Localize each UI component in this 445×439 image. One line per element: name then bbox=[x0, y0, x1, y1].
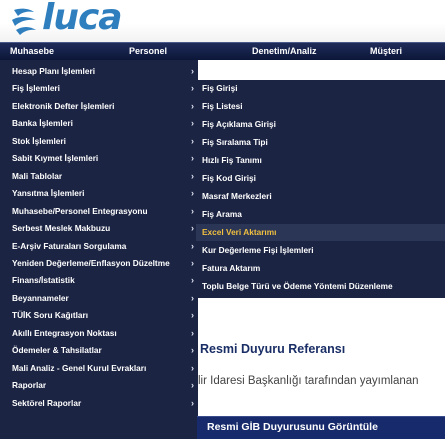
chevron-right-icon: › bbox=[191, 100, 194, 111]
submenu-item[interactable]: Toplu Belge Türü ve Ödeme Yöntemi Düzenl… bbox=[196, 278, 445, 295]
left-menu-item-label: Yeniden Değerleme/Enflasyon Düzeltme bbox=[12, 257, 170, 268]
left-menu-item-label: Stok İşlemleri bbox=[12, 135, 66, 146]
submenu-item-active[interactable]: Excel Veri Aktarımı bbox=[196, 224, 445, 242]
left-menu-item[interactable]: Mali Analiz - Genel Kurul Evrakları › bbox=[0, 360, 198, 377]
left-menu-item[interactable]: Beyannameler › bbox=[0, 290, 198, 307]
left-menu-item[interactable]: TÜİK Soru Kağıtları › bbox=[0, 307, 198, 324]
nav-denetim-analiz[interactable]: Denetim/Analiz bbox=[252, 43, 317, 61]
left-menu-item[interactable]: Sabit Kıymet İşlemleri › bbox=[0, 150, 198, 167]
left-menu-item-label: Hesap Planı İşlemleri bbox=[12, 66, 96, 76]
chevron-right-icon: › bbox=[191, 135, 194, 146]
submenu-item[interactable]: Fiş Kod Girişi bbox=[196, 170, 445, 187]
submenu-item-label: Fiş Açıklama Girişi bbox=[202, 119, 276, 129]
left-menu-item[interactable]: Yeniden Değerleme/Enflasyon Düzeltme › bbox=[0, 255, 198, 272]
chevron-right-icon: › bbox=[191, 310, 194, 321]
submenu-item[interactable]: Fatura Aktarım bbox=[196, 260, 445, 277]
chevron-right-icon: › bbox=[191, 397, 194, 408]
left-menu-item[interactable]: Serbest Meslek Makbuzu › bbox=[0, 220, 198, 237]
chevron-right-icon: › bbox=[191, 170, 194, 181]
logo-bar: luca bbox=[0, 0, 445, 42]
chevron-right-icon: › bbox=[191, 83, 194, 94]
left-menu-item-label: Akıllı Entegrasyon Noktası bbox=[12, 327, 117, 338]
left-menu-item-label: Yansıtma İşlemleri bbox=[12, 188, 85, 199]
left-menu-item-label: Muhasebe/Personel Entegrasyonu bbox=[12, 205, 148, 216]
chevron-right-icon: › bbox=[191, 257, 194, 268]
left-menu-item[interactable]: Ödemeler & Tahsilatlar › bbox=[0, 342, 198, 359]
left-menu-item-label: Mali Tablolar bbox=[12, 170, 63, 181]
submenu-item-label: Masraf Merkezleri bbox=[202, 191, 272, 201]
submenu-item[interactable]: Fiş Arama bbox=[196, 206, 445, 223]
chevron-right-icon: › bbox=[191, 118, 194, 129]
submenu-item-label: Fiş Listesi bbox=[202, 101, 243, 111]
announcement-text: lir İdaresi Başkanlığı tarafından yayıml… bbox=[198, 375, 419, 387]
chevron-right-icon: › bbox=[191, 275, 194, 286]
fis-islemleri-submenu: Fiş Girişi Fiş Listesi Fiş Açıklama Girişi… bbox=[196, 80, 445, 298]
submenu-item[interactable]: Fiş Girişi bbox=[196, 80, 445, 97]
left-menu-item-label: E-Arşiv Faturaları Sorgulama bbox=[12, 240, 127, 251]
left-menu-item-label: Mali Analiz - Genel Kurul Evrakları bbox=[12, 362, 147, 373]
left-menu-item-label: TÜİK Soru Kağıtları bbox=[12, 310, 89, 321]
submenu-item[interactable]: Masraf Merkezleri bbox=[196, 188, 445, 205]
chevron-right-icon: › bbox=[191, 153, 194, 164]
left-menu-item-label: Serbest Meslek Makbuzu bbox=[12, 223, 111, 234]
left-menu-item-label: Sabit Kıymet İşlemleri bbox=[12, 153, 99, 164]
chevron-right-icon: › bbox=[191, 380, 194, 391]
left-menu-item[interactable]: Finans/İstatistik › bbox=[0, 272, 198, 289]
chevron-right-icon: › bbox=[191, 205, 194, 216]
chevron-right-icon: › bbox=[191, 223, 194, 234]
submenu-item-label: Fiş Arama bbox=[202, 209, 242, 219]
left-menu-item-label: Sektörel Raporlar bbox=[12, 397, 82, 408]
left-menu-item[interactable]: Banka İşlemleri › bbox=[0, 115, 198, 132]
announcement-heading: Resmi Duyuru Referansı bbox=[200, 342, 346, 356]
left-menu-item[interactable]: Elektronik Defter İşlemleri › bbox=[0, 98, 198, 115]
left-menu-item-label: Beyannameler bbox=[12, 292, 69, 303]
left-menu-item-label: Raporlar bbox=[12, 380, 47, 391]
submenu-item-label: Fiş Sıralama Tipi bbox=[202, 137, 268, 147]
gib-announcement-label: Resmi GİB Duyurusunu Görüntüle bbox=[207, 421, 378, 433]
left-menu-item[interactable]: Raporlar › bbox=[0, 377, 198, 394]
submenu-item-label: Excel Veri Aktarımı bbox=[202, 227, 277, 237]
submenu-item-label: Toplu Belge Türü ve Ödeme Yöntemi Düzenl… bbox=[202, 281, 393, 291]
left-menu-item-label: Ödemeler & Tahsilatlar bbox=[12, 345, 102, 356]
gib-announcement-button[interactable]: Resmi GİB Duyurusunu Görüntüle bbox=[197, 416, 445, 439]
left-menu-item-label: Fiş İşlemleri bbox=[12, 83, 60, 94]
chevron-right-icon: › bbox=[191, 66, 194, 76]
nav-personel[interactable]: Personel bbox=[129, 43, 167, 61]
nav-musteri[interactable]: Müşteri bbox=[370, 43, 402, 61]
submenu-item[interactable]: Fiş Açıklama Girişi bbox=[196, 116, 445, 133]
chevron-right-icon: › bbox=[191, 240, 194, 251]
submenu-item-label: Fatura Aktarım bbox=[202, 263, 261, 273]
chevron-right-icon: › bbox=[191, 292, 194, 303]
left-menu-item[interactable]: Yansıtma İşlemleri › bbox=[0, 185, 198, 202]
left-menu-item[interactable]: Muhasebe/Personel Entegrasyonu › bbox=[0, 203, 198, 220]
muhasebe-dropdown-menu: Hesap Planı İşlemleri › Fiş İşlemleri › Elek… bbox=[0, 60, 198, 439]
luca-logo-icon bbox=[12, 8, 36, 35]
logo-wordmark: luca bbox=[42, 0, 123, 38]
submenu-item[interactable]: Hızlı Fiş Tanımı bbox=[196, 152, 445, 169]
left-menu-item[interactable]: Hesap Planı İşlemleri › bbox=[0, 63, 198, 80]
left-menu-item-label: Finans/İstatistik bbox=[12, 275, 75, 286]
submenu-item-label: Fiş Kod Girişi bbox=[202, 173, 256, 183]
submenu-item-label: Hızlı Fiş Tanımı bbox=[202, 155, 262, 165]
submenu-item[interactable]: Fiş Listesi bbox=[196, 98, 445, 115]
chevron-right-icon: › bbox=[191, 362, 194, 373]
left-menu-item-label: Elektronik Defter İşlemleri bbox=[12, 100, 115, 111]
submenu-item-label: Fiş Girişi bbox=[202, 83, 238, 93]
submenu-item[interactable]: Fiş Sıralama Tipi bbox=[196, 134, 445, 151]
chevron-right-icon: › bbox=[191, 188, 194, 199]
submenu-item[interactable]: Kur Değerleme Fişi İşlemleri bbox=[196, 242, 445, 259]
left-menu-item-label: Banka İşlemleri bbox=[12, 118, 73, 129]
left-menu-item[interactable]: Mali Tablolar › bbox=[0, 168, 198, 185]
top-navigation: Muhasebe Personel Denetim/Analiz Müşteri bbox=[0, 42, 445, 60]
chevron-right-icon: › bbox=[191, 327, 194, 338]
submenu-item-label: Kur Değerleme Fişi İşlemleri bbox=[202, 245, 314, 255]
left-menu-item[interactable]: Stok İşlemleri › bbox=[0, 133, 198, 150]
left-menu-item[interactable]: Sektörel Raporlar › bbox=[0, 395, 198, 412]
left-menu-item[interactable]: E-Arşiv Faturaları Sorgulama › bbox=[0, 238, 198, 255]
left-menu-item[interactable]: Akıllı Entegrasyon Noktası › bbox=[0, 325, 198, 342]
chevron-right-icon: › bbox=[191, 345, 194, 356]
nav-muhasebe[interactable]: Muhasebe bbox=[10, 43, 54, 61]
left-menu-item[interactable]: Fiş İşlemleri › bbox=[0, 80, 198, 97]
